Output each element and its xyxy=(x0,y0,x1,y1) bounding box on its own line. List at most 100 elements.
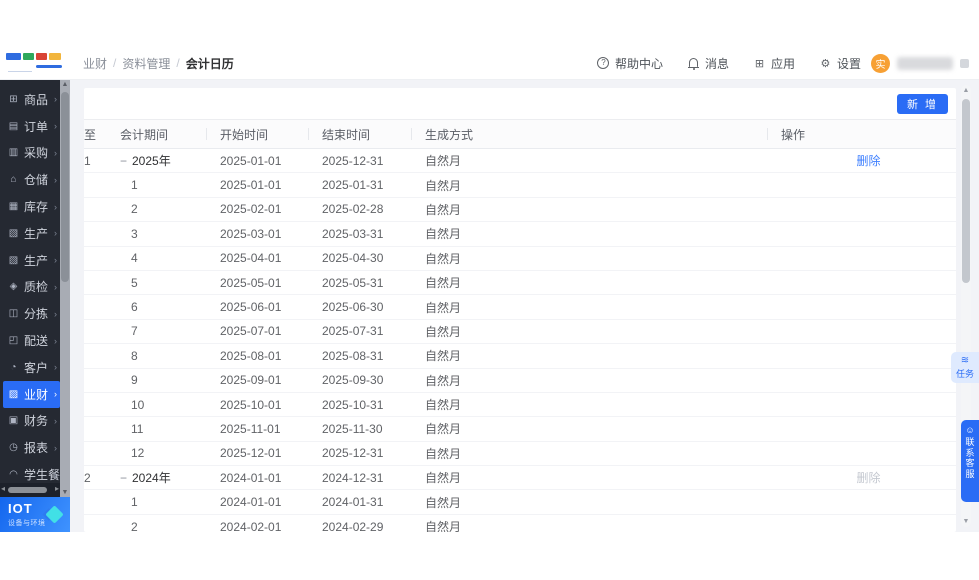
breadcrumb-separator: / xyxy=(176,56,180,70)
orders-icon: ▤ xyxy=(8,120,19,132)
sidebar-item-production-2[interactable]: ▧ 生产 › xyxy=(0,247,60,274)
cell-period: 1 xyxy=(120,172,220,198)
sidebar-item-goods[interactable]: ⊞ 商品 › xyxy=(0,86,60,113)
chevron-right-icon: › xyxy=(54,415,57,426)
cell-start-date: 2024-02-01 xyxy=(220,514,322,532)
delete-link[interactable]: 删除 xyxy=(856,154,880,168)
sidebar-menu: ⊞ 商品 › ▤ 订单 › ▥ 采购 › ⌂ 仓储 › ▦ 库存 › ▧ 生产 › ▧ 生产 › ◈ 质检 › ◫ 分拣 › ◰ 配送 ›… xyxy=(0,86,60,488)
sidebar-item-production-1[interactable]: ▧ 生产 › xyxy=(0,220,60,247)
cell-period: 6 xyxy=(120,294,220,320)
production-2-icon: ▧ xyxy=(8,254,19,266)
cell-generation-method: 自然月 xyxy=(425,368,781,393)
sidebar-scrollbar-thumb[interactable] xyxy=(61,92,69,282)
scroll-left-icon[interactable]: ◂ xyxy=(1,484,5,493)
avatar[interactable]: 实 xyxy=(871,53,890,73)
cell-actions xyxy=(781,319,956,345)
cell-seq xyxy=(84,514,120,532)
scroll-up-icon[interactable]: ▲ xyxy=(60,81,70,88)
period-label: 10 xyxy=(131,397,145,412)
tasks-float-tab[interactable]: ≋ 任务 xyxy=(951,352,979,383)
period-label: 2 xyxy=(131,202,138,217)
cell-end-date: 2025-09-30 xyxy=(322,368,425,393)
table-row-month: 6 2025-06-01 2025-06-30 自然月 xyxy=(84,294,956,320)
main-scrollbar-thumb[interactable] xyxy=(962,99,970,283)
breadcrumb-item[interactable]: 资料管理 xyxy=(122,55,170,72)
scroll-down-icon[interactable]: ▼ xyxy=(961,518,971,525)
cell-generation-method: 自然月 xyxy=(425,221,781,247)
iot-subtitle: 设备与环境 xyxy=(8,520,46,527)
cell-seq xyxy=(84,489,120,515)
table-row-year: 2−2024年 2024-01-01 2024-12-31 自然月 删除 xyxy=(84,465,956,491)
cell-end-date: 2025-08-31 xyxy=(322,343,425,369)
collapse-icon[interactable] xyxy=(960,58,969,68)
chevron-right-icon: › xyxy=(54,281,57,292)
iot-module-banner[interactable]: IOT 设备与环境 xyxy=(0,497,70,532)
sidebar-item-customers[interactable]: ◔ 客户 › xyxy=(0,354,60,381)
contact-support-float-tab[interactable]: ☺ 联系客服 xyxy=(961,420,979,502)
sidebar-item-finance[interactable]: ▣ 财务 › xyxy=(0,408,60,435)
topnav-settings[interactable]: ⚙ 设置 xyxy=(819,55,861,72)
sidebar-item-label: 生产 xyxy=(24,226,49,241)
chevron-right-icon: › xyxy=(54,389,57,400)
sidebar-item-sorting[interactable]: ◫ 分拣 › xyxy=(0,300,60,327)
sidebar-vertical-scrollbar[interactable]: ▲ ▼ xyxy=(60,80,70,497)
cell-period: 7 xyxy=(120,319,220,345)
cell-period: 3 xyxy=(120,221,220,247)
breadcrumb-item[interactable]: 业财 xyxy=(83,55,107,72)
cell-generation-method: 自然月 xyxy=(425,270,781,296)
sidebar-item-purchase[interactable]: ▥ 采购 › xyxy=(0,140,60,167)
cell-start-date: 2025-01-01 xyxy=(220,172,322,198)
period-label: 2025年 xyxy=(132,154,171,169)
period-label: 3 xyxy=(131,226,138,241)
scroll-right-icon[interactable]: ▸ xyxy=(55,484,59,493)
sidebar-item-delivery[interactable]: ◰ 配送 › xyxy=(0,327,60,354)
customers-icon: ◔ xyxy=(10,361,17,373)
cell-period: 2 xyxy=(120,514,220,532)
cell-seq xyxy=(84,319,120,345)
cell-start-date: 2025-01-01 xyxy=(220,148,322,174)
app-window: 业财 / 资料管理 / 会计日历 ? 帮助中心 消息 ⊞ 应用 ⚙ 设置 实 ⊞ 商品 › ▤ 订单 › ▥ 采购… xyxy=(0,0,979,580)
cell-seq xyxy=(84,197,120,223)
cell-generation-method: 自然月 xyxy=(425,416,781,442)
sidebar-item-warehouse[interactable]: ⌂ 仓储 › xyxy=(0,166,60,193)
collapse-toggle-icon[interactable]: − xyxy=(120,471,132,485)
brand-logo xyxy=(6,50,64,76)
cell-period: −2025年 xyxy=(120,148,220,174)
bell-icon xyxy=(687,57,700,70)
period-label: 4 xyxy=(131,251,138,266)
sidebar-item-inventory[interactable]: ▦ 库存 › xyxy=(0,193,60,220)
chevron-right-icon: › xyxy=(54,174,57,185)
topnav-apps[interactable]: ⊞ 应用 xyxy=(753,55,795,72)
finance-icon: ▣ xyxy=(8,415,19,427)
sidebar-horizontal-scrollbar[interactable]: ◂ ▸ xyxy=(0,483,60,497)
topnav-messages[interactable]: 消息 xyxy=(687,55,729,72)
cell-period: 2 xyxy=(120,197,220,223)
collapse-toggle-icon[interactable]: − xyxy=(120,154,132,168)
topnav-help-center[interactable]: ? 帮助中心 xyxy=(597,55,663,72)
table-row-month: 4 2025-04-01 2025-04-30 自然月 xyxy=(84,246,956,271)
cell-end-date: 2025-01-31 xyxy=(322,172,425,198)
cell-period: 5 xyxy=(120,270,220,296)
breadcrumb-separator: / xyxy=(113,56,117,70)
cell-actions xyxy=(781,172,956,198)
cell-period: 10 xyxy=(120,392,220,418)
period-label: 12 xyxy=(131,446,145,461)
sidebar-item-reports[interactable]: ◷ 报表 › xyxy=(0,434,60,461)
scroll-up-icon[interactable]: ▲ xyxy=(961,87,971,94)
cell-end-date: 2025-10-31 xyxy=(322,392,425,418)
add-button[interactable]: 新 增 xyxy=(896,94,948,114)
chevron-right-icon: › xyxy=(54,255,57,266)
sidebar-item-orders[interactable]: ▤ 订单 › xyxy=(0,113,60,140)
tasks-label: 任务 xyxy=(955,368,974,379)
chevron-right-icon: › xyxy=(54,94,57,105)
sidebar-item-quality-check[interactable]: ◈ 质检 › xyxy=(0,274,60,301)
sidebar-item-label: 分拣 xyxy=(24,307,49,322)
chevron-right-icon: › xyxy=(54,228,57,239)
sidebar-item-business-finance[interactable]: ▨ 业财 › xyxy=(3,380,60,408)
sidebar-hscrollbar-thumb[interactable] xyxy=(8,487,47,493)
sidebar: ⊞ 商品 › ▤ 订单 › ▥ 采购 › ⌂ 仓储 › ▦ 库存 › ▧ 生产 › ▧ 生产 › ◈ 质检 › ◫ 分拣 › ◰ 配送 ›… xyxy=(0,80,60,497)
user-box[interactable]: 实 xyxy=(871,47,969,79)
cell-generation-method: 自然月 xyxy=(425,246,781,271)
scroll-down-icon[interactable]: ▼ xyxy=(60,489,70,496)
cell-seq xyxy=(84,392,120,418)
